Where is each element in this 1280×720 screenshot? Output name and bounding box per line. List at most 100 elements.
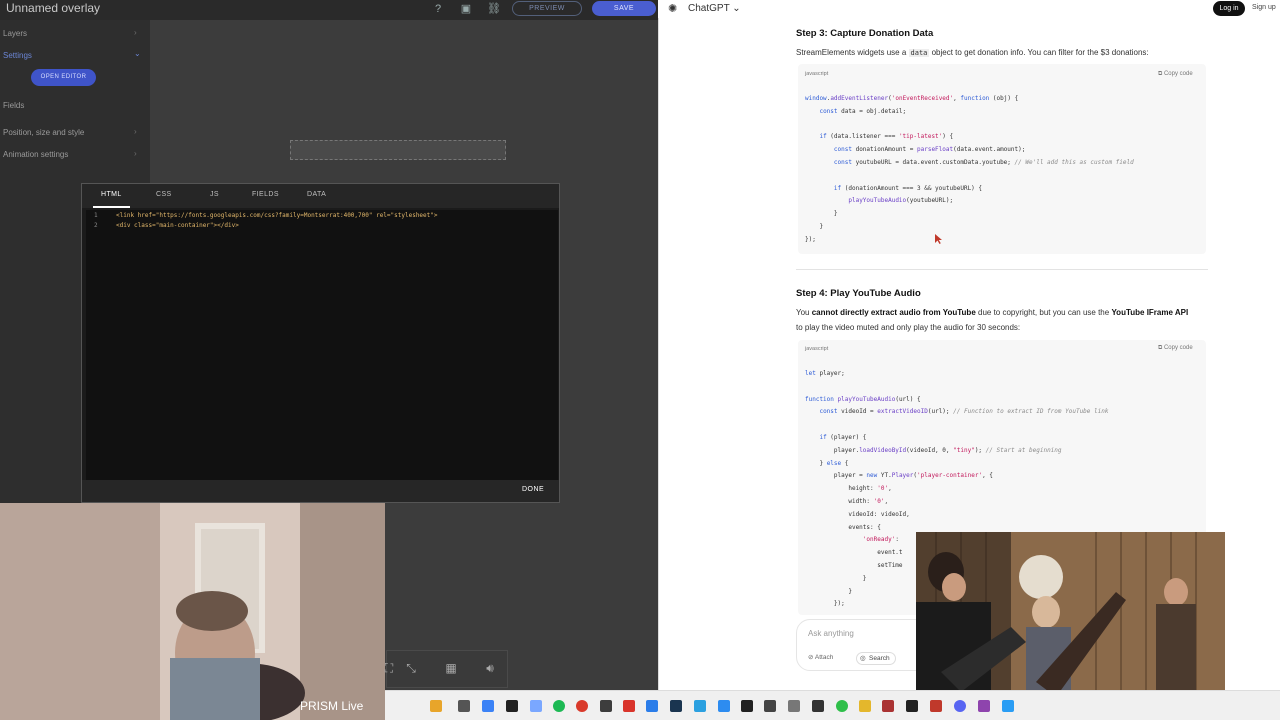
- text: StreamElements widgets use a: [796, 48, 907, 57]
- code-step3: window.addEventListener('onEventReceived…: [805, 95, 1134, 249]
- fullscreen-icon[interactable]: ⛶: [382, 661, 396, 675]
- app-icon[interactable]: [741, 700, 753, 712]
- app-icon[interactable]: [812, 700, 824, 712]
- app-icon[interactable]: [694, 700, 706, 712]
- preview-button[interactable]: PREVIEW: [512, 1, 582, 16]
- folder-icon[interactable]: [859, 700, 871, 712]
- link-icon[interactable]: ⛓: [487, 2, 501, 16]
- search-button[interactable]: ◎ Search: [856, 652, 896, 665]
- chatgpt-header: [658, 0, 1280, 18]
- sidebar-item-animation[interactable]: Animation settings: [3, 150, 68, 159]
- bold-text: YouTube IFrame API: [1111, 308, 1189, 317]
- code-line[interactable]: <link href="https://fonts.googleapis.com…: [116, 212, 438, 219]
- login-button[interactable]: Log in: [1213, 1, 1245, 16]
- copy-code-label: Copy code: [1163, 345, 1193, 351]
- vscode-icon[interactable]: [646, 700, 658, 712]
- music-video-overlay: [916, 532, 1225, 705]
- code-line: const data = obj.detail;: [819, 107, 907, 115]
- model-selector[interactable]: ChatGPT ⌄: [688, 3, 741, 14]
- code-language: javascript: [805, 346, 829, 352]
- app-icon[interactable]: [906, 700, 918, 712]
- open-editor-button[interactable]: OPEN EDITOR: [31, 69, 96, 86]
- code-textarea[interactable]: [86, 210, 558, 480]
- model-name: ChatGPT: [688, 3, 730, 14]
- line-number: 1: [94, 212, 98, 219]
- step4-heading: Step 4: Play YouTube Audio: [796, 288, 921, 299]
- code-line[interactable]: <div class="main-container"></div>: [116, 222, 239, 229]
- chevron-right-icon: ›: [134, 149, 137, 158]
- app-icon[interactable]: [718, 700, 730, 712]
- tab-fields[interactable]: FIELDS: [252, 191, 279, 198]
- screen-icon[interactable]: ▣: [459, 2, 473, 16]
- code-line: player = new YT.Player('player-container…: [805, 472, 993, 480]
- app-icon[interactable]: [623, 700, 635, 712]
- app-icon[interactable]: [482, 700, 494, 712]
- copy-code-button[interactable]: ⧉ Copy code: [1158, 71, 1193, 78]
- exit-fullscreen-icon[interactable]: ⤡: [404, 661, 418, 675]
- save-button[interactable]: SAVE: [592, 1, 656, 16]
- globe-icon: ◎: [860, 655, 866, 662]
- help-icon[interactable]: ?: [431, 2, 445, 16]
- overlay-title[interactable]: Unnamed overlay: [6, 1, 100, 15]
- active-tab-indicator: [93, 206, 130, 208]
- app-icon[interactable]: [836, 700, 848, 712]
- modal-footer: [82, 480, 559, 502]
- app-icon[interactable]: [764, 700, 776, 712]
- bold-text: cannot directly extract audio from YouTu…: [811, 308, 976, 317]
- search-label: Search: [869, 655, 890, 662]
- app-icon[interactable]: [978, 700, 990, 712]
- paperclip-icon: ⊘: [808, 654, 814, 661]
- attach-label: Attach: [814, 654, 834, 661]
- copy-icon: ⧉: [1158, 71, 1163, 77]
- code-editor-modal: HTML CSS JS FIELDS DATA 1 <link href="ht…: [81, 183, 560, 503]
- widget-placeholder[interactable]: [290, 140, 506, 160]
- code-line: }: [805, 210, 838, 218]
- app-icon[interactable]: [1002, 700, 1014, 712]
- steam-icon[interactable]: [670, 700, 682, 712]
- spotify-icon[interactable]: [553, 700, 565, 712]
- app-icon[interactable]: [788, 700, 800, 712]
- app-icon[interactable]: [930, 700, 942, 712]
- app-icon[interactable]: [882, 700, 894, 712]
- volume-icon[interactable]: 🔊︎: [483, 661, 497, 675]
- app-icon[interactable]: [506, 700, 518, 712]
- code-line: });: [805, 235, 816, 243]
- copy-code-button[interactable]: ⧉ Copy code: [1158, 345, 1193, 352]
- sidebar-item-settings[interactable]: Settings: [3, 51, 32, 60]
- tab-js[interactable]: JS: [210, 191, 219, 198]
- inline-code: data: [908, 49, 930, 57]
- sidebar-item-position[interactable]: Position, size and style: [3, 128, 84, 137]
- code-line: window.addEventListener('onEventReceived…: [805, 95, 1019, 102]
- code-line: if (data.listener === 'tip-latest') {: [819, 133, 954, 141]
- browser-icon[interactable]: [576, 700, 588, 712]
- app-icon[interactable]: [530, 700, 542, 712]
- app-icon[interactable]: [458, 700, 470, 712]
- code-line: playYouTubeAudio(youtubeURL);: [848, 197, 954, 205]
- attach-button[interactable]: ⊘ Attach: [808, 653, 833, 661]
- tab-html[interactable]: HTML: [101, 191, 122, 198]
- code-line: height: '0',: [805, 485, 892, 493]
- app-icon[interactable]: [600, 700, 612, 712]
- code-line: const videoId = extractVideoID(url); // …: [819, 408, 1109, 416]
- tab-css[interactable]: CSS: [156, 191, 172, 198]
- text: You: [796, 308, 810, 317]
- webcam-feed: [0, 503, 385, 720]
- discord-icon[interactable]: [954, 700, 966, 712]
- mouse-cursor-icon: [935, 234, 942, 244]
- step3-heading: Step 3: Capture Donation Data: [796, 28, 934, 39]
- sidebar-item-layers[interactable]: Layers: [3, 29, 27, 38]
- done-button[interactable]: DONE: [522, 486, 544, 493]
- prism-live-watermark: PRISM Live: [300, 699, 364, 713]
- grid-icon[interactable]: ▦: [444, 661, 458, 675]
- code-line: let player;: [805, 370, 845, 377]
- copy-icon: ⧉: [1158, 345, 1163, 351]
- app-icon[interactable]: [430, 700, 442, 712]
- code-line: const youtubeURL = data.event.customData…: [833, 158, 1134, 166]
- sidebar-item-fields[interactable]: Fields: [3, 101, 24, 110]
- line-number: 2: [94, 222, 98, 229]
- signup-button[interactable]: Sign up: [1252, 4, 1276, 11]
- tab-data[interactable]: DATA: [307, 191, 326, 198]
- code-line: videoId: videoId,: [805, 510, 910, 518]
- copy-code-label: Copy code: [1163, 71, 1193, 77]
- prompt-input[interactable]: Ask anything: [808, 629, 854, 638]
